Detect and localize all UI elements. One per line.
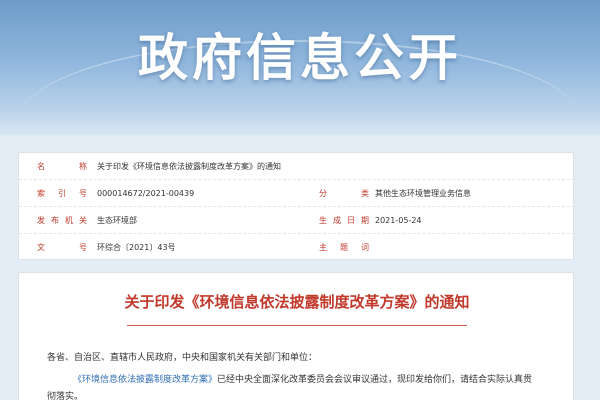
metadata-label-index: 索引号 bbox=[37, 189, 87, 198]
metadata-row-name: 名 称 关于印发《环境信息依法披露制度改革方案》的通知 bbox=[19, 153, 575, 180]
metadata-value-publisher: 生态环境部 bbox=[97, 216, 137, 225]
metadata-label-publisher: 发布机关 bbox=[37, 216, 87, 225]
document-body-paragraph: 《环境信息依法披露制度改革方案》已经中央全面深化改革委员会会议审议通过，现印发给… bbox=[73, 373, 567, 387]
metadata-label-keywords: 主题词 bbox=[319, 243, 369, 252]
body-text: 已经中央全面深化改革委员会会议审议通过，现印发给你们，请结合实际认真贯 bbox=[217, 375, 533, 385]
metadata-label-name: 名 称 bbox=[37, 162, 87, 171]
metadata-row-docnumber: 文 号 环综合〔2021〕43号 主题词 bbox=[19, 234, 575, 261]
metadata-label-docnumber: 文 号 bbox=[37, 243, 87, 252]
metadata-label-date: 生成日期 bbox=[319, 216, 369, 225]
document-title: 关于印发《环境信息依法披露制度改革方案》的通知 bbox=[124, 293, 470, 311]
document-content-card: 关于印发《环境信息依法披露制度改革方案》的通知 各省、自治区、直辖市人民政府，中… bbox=[18, 272, 574, 400]
document-body-continued: 彻落实。 bbox=[47, 392, 84, 400]
metadata-row-publisher: 发布机关 生态环境部 生成日期 2021-05-24 bbox=[19, 207, 575, 234]
banner-title: 政府信息公开 bbox=[138, 29, 462, 87]
metadata-value-date: 2021-05-24 bbox=[375, 216, 422, 225]
document-metadata-card: 名 称 关于印发《环境信息依法披露制度改革方案》的通知 索引号 00001467… bbox=[18, 152, 575, 261]
document-salutation: 各省、自治区、直辖市人民政府，中央和国家机关有关部门和单位： bbox=[47, 353, 318, 363]
metadata-value-docnumber: 环综合〔2021〕43号 bbox=[97, 243, 176, 252]
plan-document-link[interactable]: 《环境信息依法披露制度改革方案》 bbox=[73, 375, 217, 385]
title-divider bbox=[127, 325, 467, 326]
page-banner: 政府信息公开 bbox=[0, 0, 600, 135]
metadata-value-category: 其他生态环境管理业务信息 bbox=[375, 189, 471, 198]
metadata-label-category: 分 类 bbox=[319, 189, 369, 198]
metadata-row-index: 索引号 000014672/2021-00439 分 类 其他生态环境管理业务信… bbox=[19, 180, 575, 207]
metadata-value-name: 关于印发《环境信息依法披露制度改革方案》的通知 bbox=[97, 162, 281, 171]
metadata-value-index: 000014672/2021-00439 bbox=[97, 189, 195, 198]
